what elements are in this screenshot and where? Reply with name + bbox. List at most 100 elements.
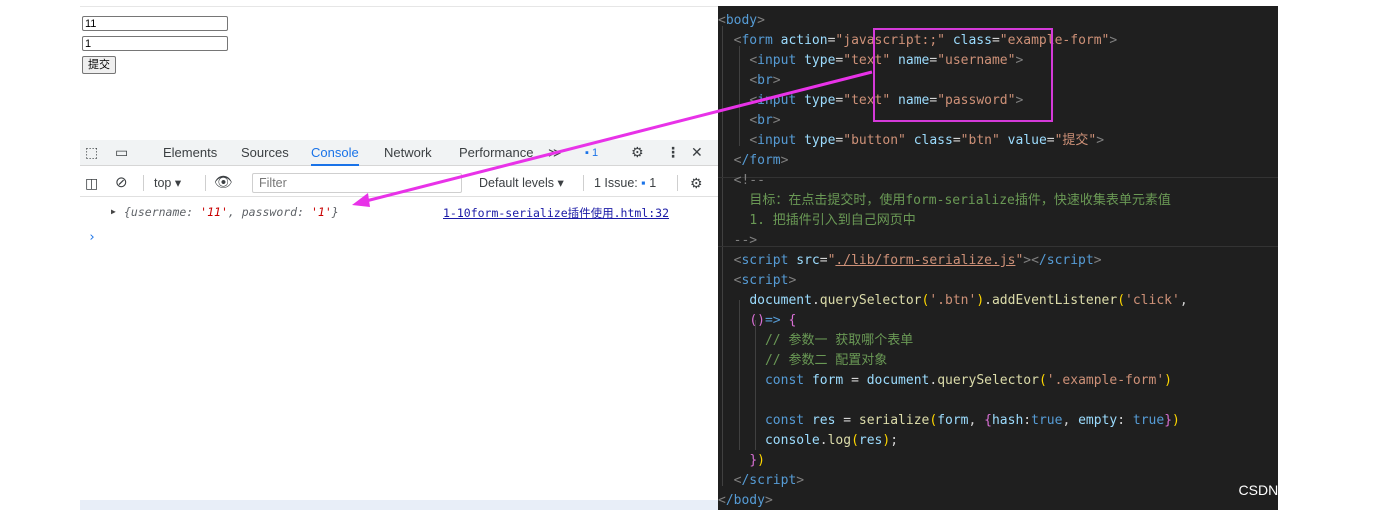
code-line-1: <body> xyxy=(718,13,765,28)
log-key-password: , password: xyxy=(227,205,311,219)
issues-button[interactable]: 1 Issue: ▪ 1 xyxy=(594,169,656,197)
tab-network[interactable]: Network xyxy=(384,140,432,166)
divider xyxy=(583,175,584,191)
code-line-18: // 参数二 配置对象 xyxy=(718,351,887,371)
devtools-tab-bar: ⬚ ▭ Elements Sources Console Network Per… xyxy=(80,140,718,166)
code-line-23: }) xyxy=(749,453,765,468)
attr-type: type xyxy=(804,53,836,68)
clear-console-icon[interactable]: ⊘ xyxy=(115,169,128,197)
log-value-username: '11' xyxy=(200,205,228,219)
console-settings-gear-icon[interactable]: ⚙ xyxy=(690,169,703,197)
js-log: log xyxy=(827,433,852,448)
tab-console[interactable]: Console xyxy=(311,140,359,166)
js-selector-form: '.example-form' xyxy=(1046,373,1165,388)
settings-gear-icon[interactable]: ⚙ xyxy=(631,140,644,166)
tag-script: script xyxy=(741,273,789,288)
tab-elements[interactable]: Elements xyxy=(163,140,217,166)
js-queryselector: querySelector xyxy=(937,373,1039,388)
issues-badge-count: 1 xyxy=(591,147,599,159)
context-label: top xyxy=(154,176,172,190)
inspect-element-icon[interactable]: ⬚ xyxy=(85,140,98,166)
divider xyxy=(677,175,678,191)
js-document: document xyxy=(749,293,812,308)
issues-count: 1 xyxy=(649,176,657,190)
attr-type: type xyxy=(804,133,836,148)
live-expression-eye-icon[interactable]: 👁 xyxy=(214,169,233,197)
tag-br: br xyxy=(757,73,773,88)
js-comment-param2: // 参数二 配置对象 xyxy=(764,353,888,368)
code-line-19: const form = document.querySelector('.ex… xyxy=(764,373,1172,388)
console-log-entry[interactable]: ▶ {username: '11', password: '1'} 1-10fo… xyxy=(80,203,718,223)
context-selector[interactable]: top ▾ xyxy=(154,169,181,197)
tag-input: input xyxy=(757,53,797,68)
code-editor: <body> <form action="javascript:;" class… xyxy=(718,6,1278,510)
code-line-13: <script src="./lib/form-serialize.js"></… xyxy=(733,253,1102,268)
log-levels-dropdown[interactable]: Default levels ▾ xyxy=(479,169,564,197)
code-line-4: <br> xyxy=(749,73,781,88)
devtools-drawer-edge xyxy=(80,500,718,510)
close-devtools-icon[interactable]: ✕ xyxy=(691,140,703,166)
tab-sources[interactable]: Sources xyxy=(241,140,289,166)
js-event-click: 'click' xyxy=(1125,293,1180,308)
js-console: console xyxy=(764,433,820,448)
tag-body: body xyxy=(725,13,758,28)
divider xyxy=(80,6,718,7)
js-selector-btn: '.btn' xyxy=(929,293,977,308)
tag-form-close: /form xyxy=(741,153,781,168)
code-line-12: --> xyxy=(718,231,757,251)
device-toolbar-icon[interactable]: ▭ xyxy=(115,140,128,166)
comment-text-goal: 目标：在点击提交时，使用form-serialize插件，快速收集表单元素值 xyxy=(749,193,1171,208)
kebab-menu-icon[interactable]: ⋮ xyxy=(666,140,680,166)
code-line-16: ()=> { xyxy=(749,313,797,328)
code-line-24: </script> xyxy=(733,473,805,488)
code-line-10: 目标：在点击提交时，使用form-serialize插件，快速收集表单元素值 xyxy=(718,191,1171,211)
code-line-7: <input type="button" class="btn" value="… xyxy=(749,133,1105,148)
js-key-empty: empty xyxy=(1078,413,1118,428)
attr-type: type xyxy=(804,93,836,108)
divider xyxy=(143,175,144,191)
issues-badge[interactable]: ▪ 1 xyxy=(585,140,598,166)
console-prompt[interactable]: › xyxy=(88,230,96,245)
attr-src: src xyxy=(796,253,820,268)
tag-input: input xyxy=(757,93,797,108)
browser-pane: 11 1 提交 ⬚ ▭ Elements Sources Console Net… xyxy=(80,0,718,510)
code-line-11: 1. 把插件引入到自己网页中 xyxy=(718,211,916,231)
sidebar-toggle-icon[interactable]: ◫ xyxy=(85,169,98,197)
tag-script-close: /script xyxy=(741,473,797,488)
js-var-form: form xyxy=(937,413,969,428)
issues-label: 1 Issue: xyxy=(594,176,638,190)
tab-performance[interactable]: Performance xyxy=(459,140,533,166)
val-button: "button" xyxy=(843,133,906,148)
script-src-link[interactable]: ./lib/form-serialize.js xyxy=(835,253,1015,268)
js-true: true xyxy=(1132,413,1165,428)
js-var-res: res xyxy=(858,433,883,448)
js-document: document xyxy=(866,373,930,388)
val-btn: "btn" xyxy=(960,133,1000,148)
highlight-box xyxy=(873,28,1053,122)
code-line-22: console.log(res); xyxy=(764,433,899,448)
code-line-25: </body> xyxy=(718,493,773,508)
filter-input[interactable]: Filter xyxy=(252,173,462,193)
js-comment-param1: // 参数一 获取哪个表单 xyxy=(764,333,914,348)
code-line-6: <br> xyxy=(749,113,781,128)
divider xyxy=(205,175,206,191)
js-queryselector: querySelector xyxy=(819,293,922,308)
tag-body-close: /body xyxy=(725,493,765,508)
comment-close: --> xyxy=(733,233,758,248)
code-line-17: // 参数一 获取哪个表单 xyxy=(718,331,913,351)
more-tabs-icon[interactable]: ≫ xyxy=(548,140,562,166)
comment-text-step1: 1. 把插件引入到自己网页中 xyxy=(749,213,916,228)
attr-class: class xyxy=(913,133,953,148)
tag-form: form xyxy=(741,33,773,48)
submit-button[interactable]: 提交 xyxy=(82,56,116,74)
expand-triangle-icon[interactable]: ▶ xyxy=(111,207,116,216)
js-addeventlistener: addEventListener xyxy=(991,293,1118,308)
js-serialize: serialize xyxy=(858,413,930,428)
log-value-password: '1' xyxy=(310,205,332,219)
code-line-21: const res = serialize(form, {hash:true, … xyxy=(764,413,1180,428)
js-var-res: res xyxy=(811,413,836,428)
logged-object[interactable]: {username: '11', password: '1'} xyxy=(124,205,339,219)
password-input[interactable]: 1 xyxy=(82,36,228,51)
log-source-link[interactable]: 1-10form-serialize插件使用.html:32 xyxy=(443,205,669,221)
username-input[interactable]: 11 xyxy=(82,16,228,31)
